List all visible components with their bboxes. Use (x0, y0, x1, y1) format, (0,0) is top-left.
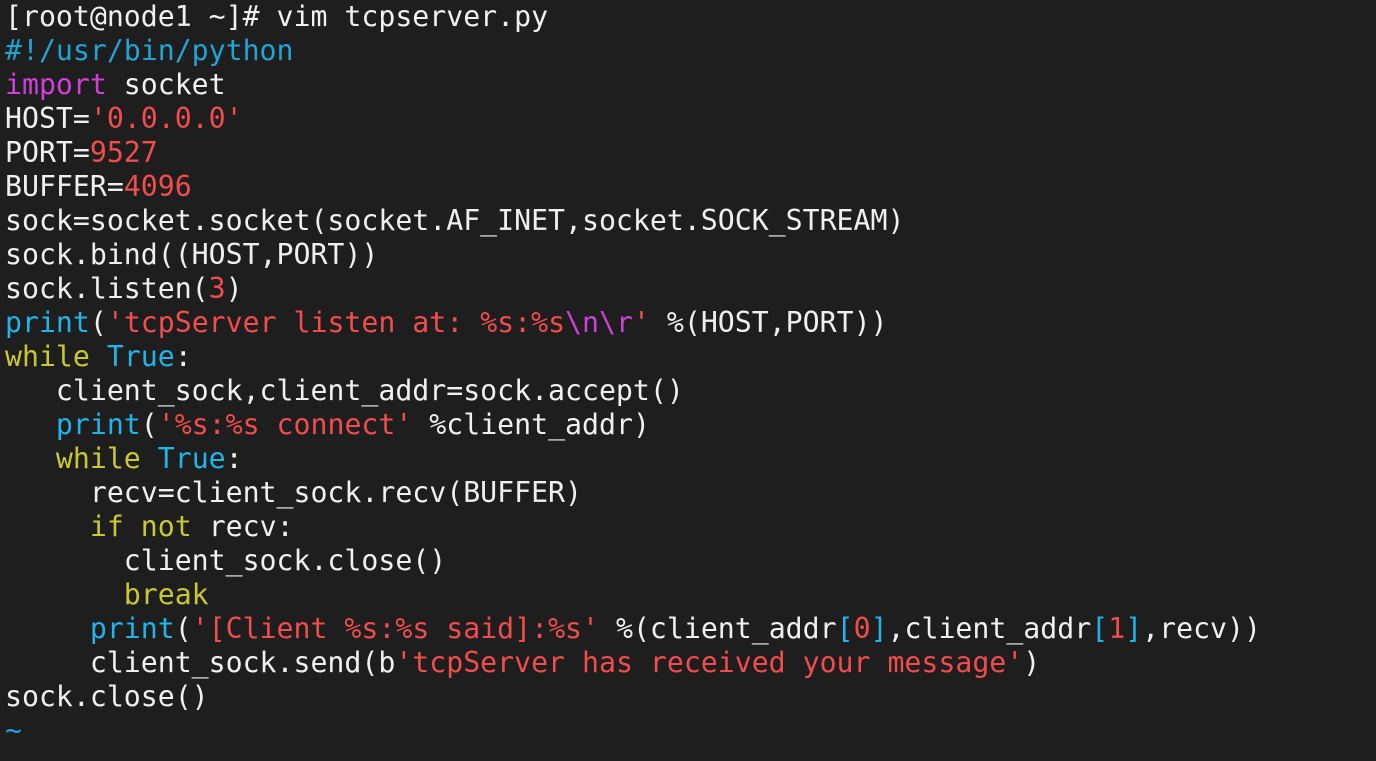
code-line[interactable]: client_sock.close() (5, 544, 1376, 578)
code-token: True (106, 340, 175, 373)
code-token: recv=client_sock.recv(BUFFER) (5, 476, 582, 509)
code-token: sock.bind((HOST,PORT)) (5, 238, 379, 271)
code-token: %(client_addr (599, 612, 837, 645)
code-line[interactable]: sock=socket.socket(socket.AF_INET,socket… (5, 204, 1376, 238)
code-token: while (5, 340, 90, 373)
code-token: ( (89, 306, 107, 339)
code-line[interactable]: import socket (5, 68, 1376, 102)
code-token: [root@node1 ~]# vim tcpserver.py (5, 0, 549, 33)
code-token: ,client_addr (887, 612, 1092, 645)
code-token: break (123, 578, 209, 611)
vim-empty-line-tilde[interactable]: ~ (5, 714, 1376, 748)
code-token: client_sock.close() (5, 544, 447, 577)
code-token: %(HOST,PORT)) (649, 306, 888, 339)
code-token: import (5, 68, 107, 101)
code-token: 3 (208, 272, 226, 305)
code-token: socket (106, 68, 226, 101)
code-line[interactable]: sock.close() (5, 680, 1376, 714)
code-token: sock.listen( (5, 272, 209, 305)
code-token: ) (225, 272, 243, 305)
code-token: ( (174, 612, 192, 645)
code-line[interactable]: recv=client_sock.recv(BUFFER) (5, 476, 1376, 510)
code-token: ] (1125, 612, 1143, 645)
code-token: PORT= (5, 136, 90, 169)
code-token: : (174, 340, 192, 373)
code-token: 'tcpServer listen at: %s:%s (106, 306, 566, 339)
code-line[interactable]: HOST='0.0.0.0' (5, 102, 1376, 136)
code-token: 1 (1108, 612, 1126, 645)
code-token: not (140, 510, 192, 543)
code-token: 4096 (123, 170, 192, 203)
code-line[interactable]: while True: (5, 340, 1376, 374)
code-line[interactable]: print('tcpServer listen at: %s:%s\n\r' %… (5, 306, 1376, 340)
code-token: ] (870, 612, 888, 645)
code-token: ' (632, 306, 650, 339)
code-token: [ (1091, 612, 1109, 645)
code-line[interactable]: print('[Client %s:%s said]:%s' %(client_… (5, 612, 1376, 646)
shell-prompt-line[interactable]: [root@node1 ~]# vim tcpserver.py (5, 0, 1376, 34)
code-token: if (89, 510, 124, 543)
code-line[interactable]: PORT=9527 (5, 136, 1376, 170)
code-token: %client_addr) (412, 408, 650, 441)
code-token: BUFFER= (5, 170, 124, 203)
code-token: 0 (853, 612, 871, 645)
code-token: print (55, 408, 141, 441)
code-token: '[Client %s:%s said]:%s' (191, 612, 599, 645)
code-line[interactable]: client_sock,client_addr=sock.accept() (5, 374, 1376, 408)
code-token: ( (140, 408, 158, 441)
code-token: print (89, 612, 175, 645)
code-line[interactable]: client_sock.send(b'tcpServer has receive… (5, 646, 1376, 680)
code-token: 9527 (89, 136, 158, 169)
code-token: '0.0.0.0' (89, 102, 243, 135)
code-token: [ (836, 612, 854, 645)
code-token: 'tcpServer has received your message' (395, 646, 1024, 679)
terminal-window[interactable]: [root@node1 ~]# vim tcpserver.py #!/usr/b… (0, 0, 1376, 761)
code-token: #!/usr/bin/python (5, 34, 294, 67)
code-token: \n\r (565, 306, 633, 339)
code-line[interactable]: while True: (5, 442, 1376, 476)
code-token: '%s:%s connect' (157, 408, 413, 441)
code-line[interactable]: sock.bind((HOST,PORT)) (5, 238, 1376, 272)
code-token: client_sock.send(b (5, 646, 396, 679)
code-token: sock.close() (5, 680, 209, 713)
code-token: ~ (5, 714, 22, 747)
code-line[interactable]: #!/usr/bin/python (5, 34, 1376, 68)
code-token: True (157, 442, 226, 475)
code-token: recv: (191, 510, 294, 543)
code-token: ) (1023, 646, 1041, 679)
code-token: HOST= (5, 102, 90, 135)
code-token: while (55, 442, 141, 475)
code-token: sock=socket.socket(socket.AF_INET,socket… (5, 204, 905, 237)
code-line[interactable]: sock.listen(3) (5, 272, 1376, 306)
code-line[interactable]: BUFFER=4096 (5, 170, 1376, 204)
code-line[interactable]: break (5, 578, 1376, 612)
code-token: print (5, 306, 90, 339)
code-line[interactable]: if not recv: (5, 510, 1376, 544)
code-token: ,recv)) (1142, 612, 1261, 645)
code-token: client_sock,client_addr=sock.accept() (5, 374, 684, 407)
code-line[interactable]: print('%s:%s connect' %client_addr) (5, 408, 1376, 442)
code-token: : (225, 442, 243, 475)
